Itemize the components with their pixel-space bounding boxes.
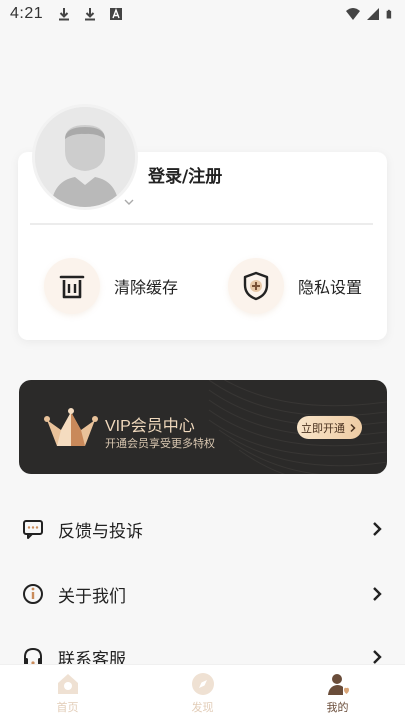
status-bar: 4:21 xyxy=(0,0,405,28)
trash-icon xyxy=(59,275,85,299)
menu-item-about[interactable]: 关于我们 xyxy=(0,564,405,624)
message-icon xyxy=(23,520,43,539)
vip-subtitle: 开通会员享受更多特权 xyxy=(105,437,215,450)
bottom-nav: 首页 发现 我的 xyxy=(0,664,405,720)
chevron-right-icon xyxy=(373,650,382,664)
tab-discover[interactable]: 发现 xyxy=(135,665,270,720)
clear-cache-label: 清除缓存 xyxy=(114,278,179,297)
chevron-right-icon xyxy=(350,423,356,432)
info-icon xyxy=(23,584,43,604)
signal-icon xyxy=(367,8,379,20)
login-register-link[interactable]: 登录/注册 xyxy=(148,162,222,187)
menu-label: 关于我们 xyxy=(58,586,126,607)
tab-mine-label: 我的 xyxy=(326,700,349,714)
tab-discover-label: 发现 xyxy=(191,700,214,714)
vip-subscribe-button[interactable]: 立即开通 xyxy=(297,416,362,439)
status-time: 4:21 xyxy=(10,5,44,22)
download-icon xyxy=(59,8,70,21)
menu-label: 反馈与投诉 xyxy=(58,521,143,542)
battery-icon xyxy=(386,9,392,19)
vip-card[interactable]: VIP会员中心 开通会员享受更多特权 立即开通 xyxy=(19,380,387,474)
tab-home[interactable]: 首页 xyxy=(0,665,135,720)
clear-cache-icon-wrap xyxy=(44,258,100,314)
chevron-right-icon xyxy=(373,587,382,601)
tab-home-label: 首页 xyxy=(56,700,79,714)
tab-mine[interactable]: 我的 xyxy=(270,665,405,720)
text-a-icon xyxy=(110,8,123,20)
download-icon xyxy=(85,8,96,21)
menu-item-feedback[interactable]: 反馈与投诉 xyxy=(0,499,405,559)
privacy-settings-label: 隐私设置 xyxy=(298,278,363,297)
default-avatar-icon xyxy=(35,107,135,207)
chevron-down-icon[interactable] xyxy=(123,196,135,208)
wifi-icon xyxy=(346,8,360,20)
clear-cache-button[interactable]: 清除缓存 xyxy=(44,258,178,314)
home-icon xyxy=(57,673,78,694)
shield-icon xyxy=(243,271,269,301)
crown-icon xyxy=(44,408,98,446)
vip-title: VIP会员中心 xyxy=(105,418,195,435)
privacy-settings-button[interactable]: 隐私设置 xyxy=(228,258,362,314)
profile-icon xyxy=(327,673,349,695)
avatar[interactable] xyxy=(32,104,138,210)
divider xyxy=(30,223,373,225)
chevron-right-icon xyxy=(373,522,382,536)
compass-icon xyxy=(191,672,214,695)
vip-button-label: 立即开通 xyxy=(301,421,345,435)
privacy-settings-icon-wrap xyxy=(228,258,284,314)
